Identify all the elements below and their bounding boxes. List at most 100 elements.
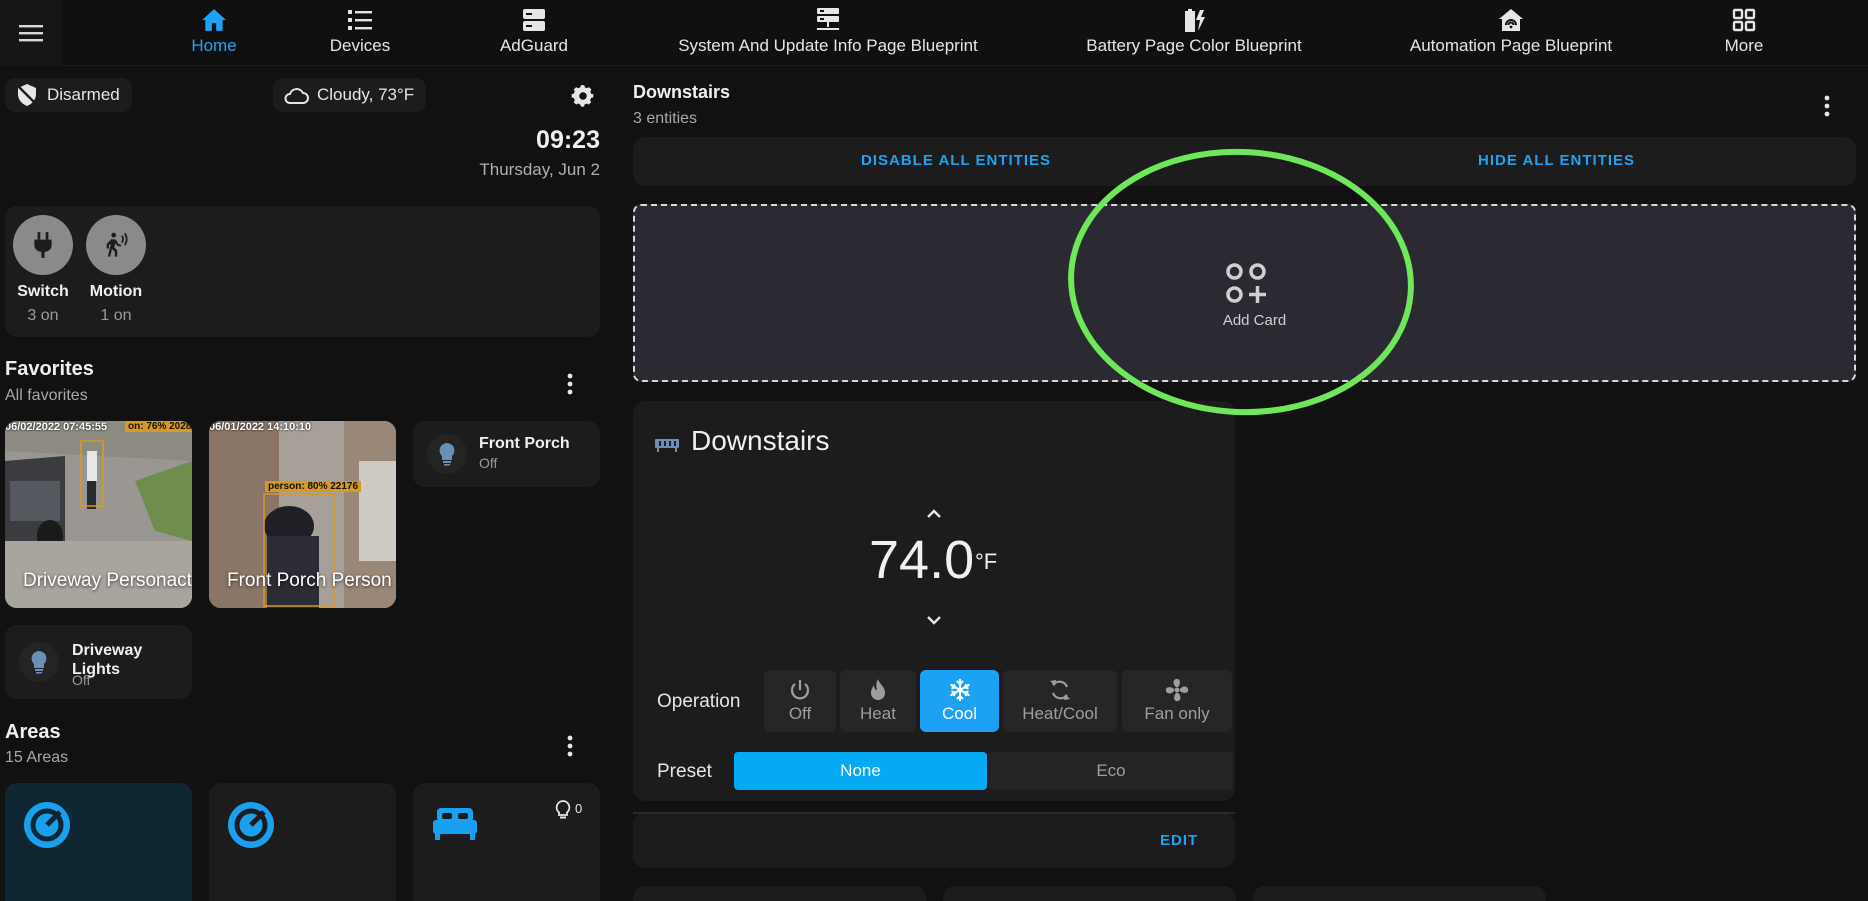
mode-cool-button[interactable]: Cool xyxy=(920,670,999,732)
disable-all-entities-button[interactable]: DISABLE ALL ENTITIES xyxy=(861,152,1051,169)
fire-icon xyxy=(871,679,885,700)
favorites-subtitle: All favorites xyxy=(5,387,88,404)
mode-fan-only-button[interactable]: Fan only xyxy=(1122,670,1232,732)
clock-time: 09:23 xyxy=(536,126,600,154)
tab-home[interactable]: Home xyxy=(160,0,268,66)
temperature-down-button[interactable] xyxy=(917,609,951,633)
edit-divider xyxy=(633,812,1235,814)
camera-detection-label: on: 76% 2028 xyxy=(125,421,192,432)
mode-heat-cool-button[interactable]: Heat/Cool xyxy=(1003,670,1117,732)
chevron-down-icon xyxy=(927,616,941,625)
menu-button[interactable] xyxy=(0,0,62,66)
app-root: Home Devices AdGuard System And Update I… xyxy=(0,0,1868,901)
mode-label: Cool xyxy=(942,704,977,723)
switch-badge-name: Switch xyxy=(17,283,69,300)
list-icon xyxy=(348,9,372,30)
fan-icon xyxy=(1165,678,1189,702)
thermostat-card: Downstairs 74.0 °F Operation Preset xyxy=(633,401,1235,801)
mode-off-button[interactable]: Off xyxy=(764,670,836,732)
chevron-up-icon xyxy=(927,509,941,518)
mode-label: Heat/Cool xyxy=(1022,704,1098,723)
area-icon xyxy=(24,802,70,848)
preset-eco-button[interactable]: Eco xyxy=(989,752,1233,790)
sync-icon xyxy=(1050,680,1070,700)
switch-badge-state: 3 on xyxy=(27,307,59,324)
camera-timestamp: 06/01/2022 14:10:10 xyxy=(209,421,312,433)
favorites-menu-button[interactable] xyxy=(558,372,582,396)
switch-badge-button[interactable] xyxy=(13,215,73,275)
tab-more[interactable]: More xyxy=(1716,0,1772,66)
power-icon xyxy=(790,680,810,700)
favorites-title: Favorites xyxy=(5,358,94,380)
light-toggle[interactable] xyxy=(19,642,59,682)
hamburger-icon xyxy=(19,25,43,42)
shield-off-icon xyxy=(17,84,37,106)
battery-charging-icon xyxy=(1185,8,1205,32)
tab-automation-page[interactable]: Automation Page Blueprint xyxy=(1406,0,1616,66)
top-navigation: Home Devices AdGuard System And Update I… xyxy=(0,0,1868,66)
operation-label: Operation xyxy=(657,691,741,712)
cloud-icon xyxy=(284,88,309,104)
driveway-camera-card[interactable]: 06/02/2022 07:45:55 on: 76% 2028 Drivewa… xyxy=(5,421,192,608)
motion-badge-button[interactable] xyxy=(86,215,146,275)
gear-icon xyxy=(571,85,594,107)
server-network-icon xyxy=(817,7,839,30)
tab-label: More xyxy=(1724,36,1764,55)
add-card-label: Add Card xyxy=(1222,312,1287,329)
tile-state: Off xyxy=(479,455,498,471)
driveway-lights-tile[interactable]: Driveway Lights Off xyxy=(5,625,192,699)
dots-vertical-icon xyxy=(1824,95,1830,117)
camera-name: Front Porch Person xyxy=(227,570,392,591)
tab-label: Home xyxy=(191,36,237,55)
editor-title: Downstairs xyxy=(633,82,731,102)
editor-menu-button[interactable] xyxy=(1815,94,1839,118)
mode-label: Heat xyxy=(860,704,896,723)
bed-icon xyxy=(433,808,477,840)
motion-sensor-icon xyxy=(106,232,128,257)
add-card-icon xyxy=(1226,263,1266,303)
snowflake-icon xyxy=(949,679,970,701)
tab-label: AdGuard xyxy=(499,36,569,55)
settings-button[interactable] xyxy=(570,83,596,109)
light-toggle[interactable] xyxy=(427,434,467,474)
mode-heat-button[interactable]: Heat xyxy=(840,670,916,732)
areas-title: Areas xyxy=(5,721,61,743)
front-porch-light-tile[interactable]: Front Porch Off xyxy=(413,421,600,487)
areas-menu-button[interactable] xyxy=(558,734,582,758)
tab-adguard[interactable]: AdGuard xyxy=(484,0,584,66)
temperature-up-button[interactable] xyxy=(917,501,951,525)
alarm-status-label: Disarmed xyxy=(47,85,120,104)
weather-badge[interactable]: Cloudy, 73°F xyxy=(273,78,427,112)
mode-label: Fan only xyxy=(1144,704,1210,723)
alarm-badge[interactable]: Disarmed xyxy=(5,78,132,112)
tile-state: Off xyxy=(72,672,91,688)
entity-card[interactable] xyxy=(633,886,926,901)
add-card-area[interactable]: Add Card xyxy=(633,204,1856,382)
server-icon xyxy=(523,8,545,31)
edit-card-button[interactable]: EDIT xyxy=(1160,832,1198,849)
entity-badges-card: Switch 3 on Motion 1 on xyxy=(5,206,600,337)
tile-name: Front Porch xyxy=(479,435,570,452)
preset-none-button[interactable]: None xyxy=(734,752,987,790)
temperature-unit: °F xyxy=(975,549,998,574)
lightbulb-icon xyxy=(31,651,47,674)
thermostat-name: Downstairs xyxy=(691,425,830,456)
tab-battery-page[interactable]: Battery Page Color Blueprint xyxy=(1082,0,1306,66)
area-card-bedroom[interactable]: 0 xyxy=(413,783,600,901)
entity-card[interactable] xyxy=(1253,886,1546,901)
front-porch-camera-card[interactable]: 06/01/2022 14:10:10 person: 80% 22176 Fr… xyxy=(209,421,396,608)
tab-devices[interactable]: Devices xyxy=(312,0,408,66)
motion-badge-state: 1 on xyxy=(100,307,132,324)
area-card[interactable] xyxy=(5,783,192,901)
entity-actions-bar xyxy=(633,137,1856,186)
lightbulb-icon xyxy=(439,443,455,466)
tab-system-update-info[interactable]: System And Update Info Page Blueprint xyxy=(672,0,984,66)
tab-label: Battery Page Color Blueprint xyxy=(1086,36,1302,55)
tab-label: Automation Page Blueprint xyxy=(1409,36,1613,55)
hide-all-entities-button[interactable]: HIDE ALL ENTITIES xyxy=(1478,152,1635,169)
preset-label: Preset xyxy=(657,761,712,782)
dots-vertical-icon xyxy=(567,373,573,395)
entity-card[interactable] xyxy=(943,886,1236,901)
weather-label: Cloudy, 73°F xyxy=(317,85,415,104)
area-card[interactable] xyxy=(209,783,396,901)
